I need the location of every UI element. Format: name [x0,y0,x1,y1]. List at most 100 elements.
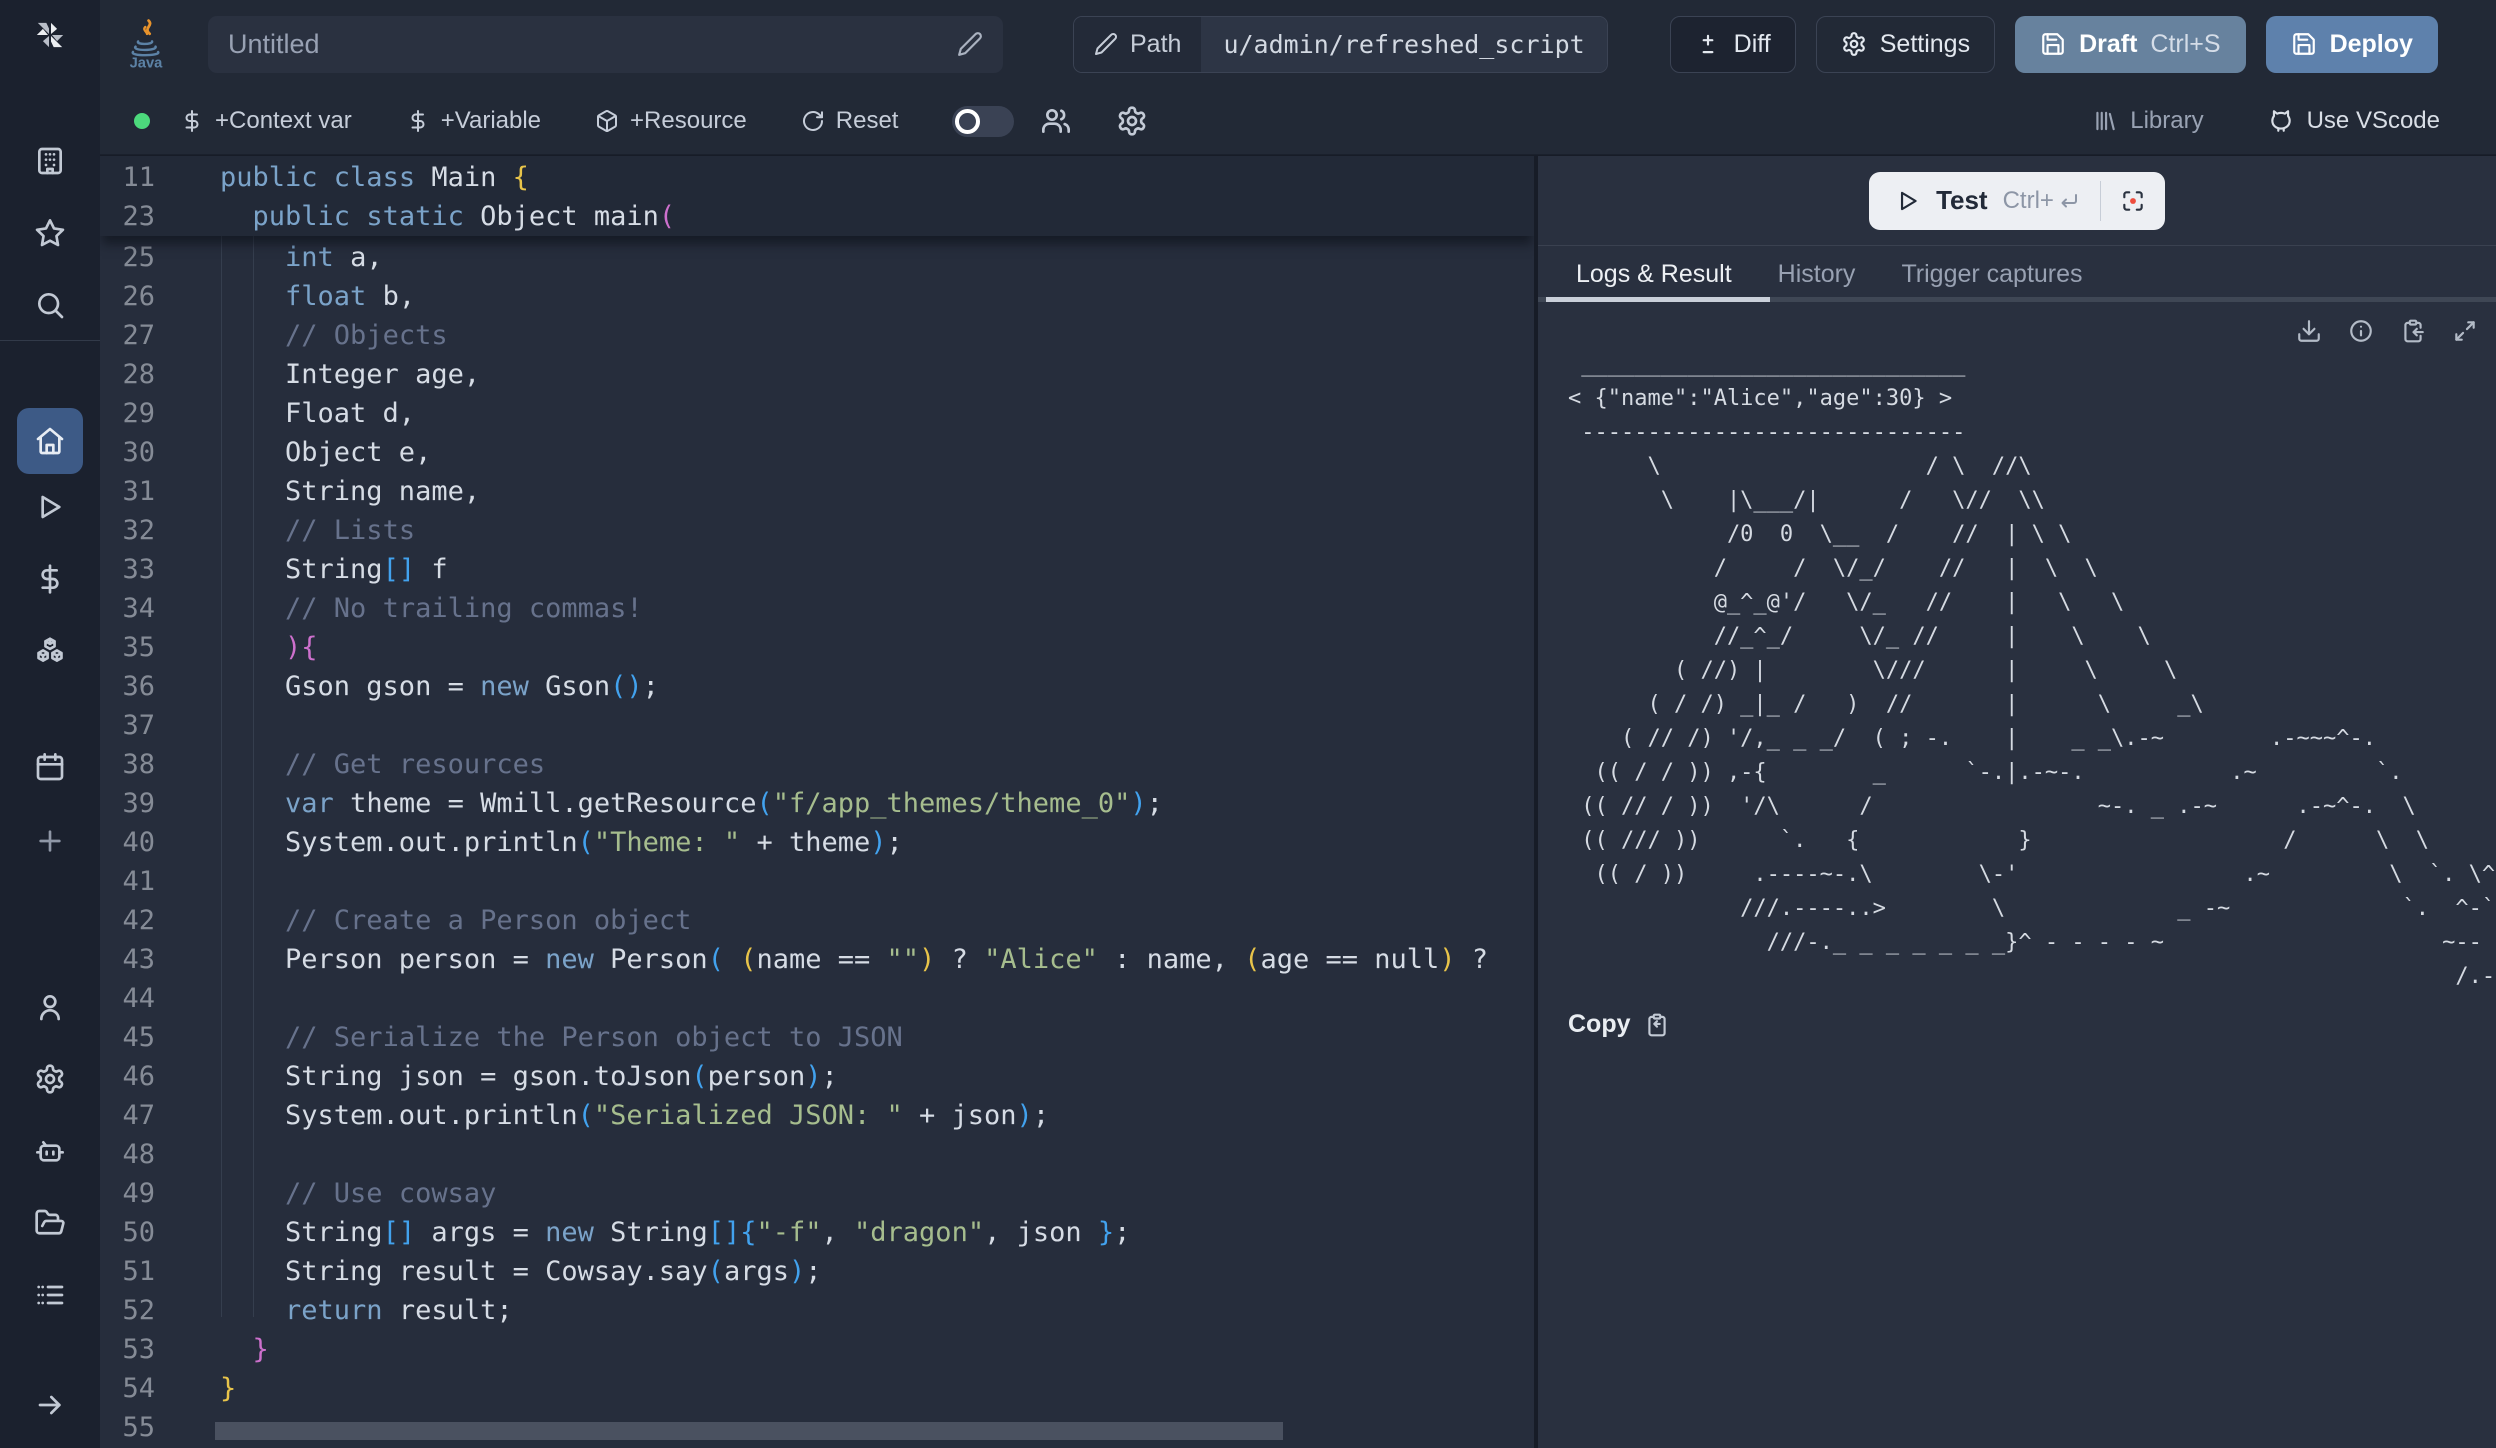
code-line-37[interactable]: 37 [100,706,1534,745]
download-result-icon[interactable] [2296,318,2322,344]
sidebar-expand-icon[interactable] [33,1388,67,1422]
code-line-40[interactable]: 40 System.out.println("Theme: " + theme)… [100,823,1534,862]
sidebar-item-home[interactable] [17,408,83,474]
draft-button[interactable]: Draft Ctrl+S [2015,16,2246,73]
editor-settings-button[interactable] [1116,105,1148,137]
deploy-button[interactable]: Deploy [2266,16,2438,73]
reset-button[interactable]: Reset [801,107,899,135]
sidebar-item-settings[interactable] [33,1062,67,1096]
sidebar-item-workspace[interactable] [33,144,67,178]
add-resource-button[interactable]: +Resource [595,107,747,135]
code-line-43[interactable]: 43 Person person = new Person( (name == … [100,940,1534,979]
script-title-input[interactable]: Untitled [208,16,1003,73]
code-line-44[interactable]: 44 [100,979,1534,1018]
line-number: 46 [100,1057,155,1096]
indent-guide [221,236,222,1317]
play-icon [1895,188,1921,214]
code-line-35[interactable]: 35 ){ [100,628,1534,667]
code-line-26[interactable]: 26 float b, [100,277,1534,316]
add-context-var-button[interactable]: +Context var [180,107,352,135]
cowsay-output: _____________________________ < {"name":… [1568,348,2496,1000]
sidebar-item-resources[interactable] [33,634,67,668]
code-line-48[interactable]: 48 [100,1135,1534,1174]
code-line-54[interactable]: 54} [100,1369,1534,1408]
code-line-38[interactable]: 38 // Get resources [100,745,1534,784]
settings-button[interactable]: Settings [1816,16,1995,73]
code-line-30[interactable]: 30 Object e, [100,433,1534,472]
test-shortcut: Ctrl+ [2003,187,2080,215]
line-number: 51 [100,1252,155,1291]
sidebar-item-schedules[interactable] [33,750,67,784]
code-line-51[interactable]: 51 String result = Cowsay.say(args); [100,1252,1534,1291]
code-line-23[interactable]: 23 public static Object main( [100,197,1534,236]
code-line-27[interactable]: 27 // Objects [100,316,1534,355]
path-edit-button[interactable]: Path [1074,17,1201,72]
expand-result-icon[interactable] [2452,318,2478,344]
sidebar-item-runs[interactable] [33,490,67,524]
save-icon [2040,31,2066,57]
code-line-31[interactable]: 31 String name, [100,472,1534,511]
use-vscode-button[interactable]: Use VScode [2268,107,2440,135]
path-value[interactable]: u/admin/refreshed_script [1201,17,1606,72]
tab-trigger-captures[interactable]: Trigger captures [1901,260,2082,289]
code-line-42[interactable]: 42 // Create a Person object [100,901,1534,940]
sidebar-item-workers[interactable] [33,1134,67,1168]
library-button[interactable]: Library [2092,107,2203,135]
code-line-53[interactable]: 53 } [100,1330,1534,1369]
line-number: 42 [100,901,155,940]
code-line-49[interactable]: 49 // Use cowsay [100,1174,1534,1213]
tab-logs-and-result[interactable]: Logs & Result [1576,260,1732,289]
code-editor[interactable]: 11public class Main {23 public static Ob… [100,156,1534,1448]
line-number: 38 [100,745,155,784]
code-line-45[interactable]: 45 // Serialize the Person object to JSO… [100,1018,1534,1057]
code-lines[interactable]: 25 int a,26 float b,27 // Objects28 Inte… [100,236,1534,1447]
line-number: 23 [100,197,155,236]
path-field[interactable]: Path u/admin/refreshed_script [1073,16,1608,73]
code-line-46[interactable]: 46 String json = gson.toJson(person); [100,1057,1534,1096]
sidebar-item-add[interactable] [33,824,67,858]
code-line-28[interactable]: 28 Integer age, [100,355,1534,394]
save-icon [2291,31,2317,57]
tab-history[interactable]: History [1778,260,1856,289]
info-icon[interactable] [2348,318,2374,344]
horizontal-scrollbar[interactable] [215,1422,1283,1440]
code-line-39[interactable]: 39 var theme = Wmill.getResource("f/app_… [100,784,1534,823]
sticky-scope-header[interactable]: 11public class Main {23 public static Ob… [100,156,1534,236]
sidebar-item-search[interactable] [33,288,67,322]
code-line-33[interactable]: 33 String[] f [100,550,1534,589]
collaborators-button[interactable] [1040,105,1072,137]
add-variable-button[interactable]: +Variable [406,107,541,135]
line-number: 35 [100,628,155,667]
diff-button[interactable]: Diff [1670,16,1796,73]
code-line-34[interactable]: 34 // No trailing commas! [100,589,1534,628]
sidebar-item-favorites[interactable] [33,216,67,250]
code-line-11[interactable]: 11public class Main { [100,158,1534,197]
capture-test-button[interactable] [2101,172,2165,230]
sidebar-item-folders[interactable] [33,1206,67,1240]
code-line-25[interactable]: 25 int a, [100,238,1534,277]
copy-to-clipboard-icon[interactable] [2400,318,2426,344]
edit-title-pencil-icon[interactable] [957,31,983,57]
copy-result-button[interactable]: Copy [1568,1010,2496,1039]
code-line-36[interactable]: 36 Gson gson = new Gson(); [100,667,1534,706]
test-button[interactable]: Test Ctrl+ [1869,172,2100,230]
code-line-41[interactable]: 41 [100,862,1534,901]
line-number: 53 [100,1330,155,1369]
line-number: 45 [100,1018,155,1057]
script-title-value: Untitled [228,29,320,60]
code-line-50[interactable]: 50 String[] args = new String[]{"-f", "d… [100,1213,1534,1252]
code-line-52[interactable]: 52 return result; [100,1291,1534,1330]
sidebar-item-user[interactable] [33,990,67,1024]
sidebar-item-variables[interactable] [33,562,67,596]
sidebar-item-audit-logs[interactable] [33,1278,67,1312]
sidebar-divider [0,340,100,341]
line-number: 55 [100,1408,155,1447]
line-number: 36 [100,667,155,706]
code-line-29[interactable]: 29 Float d, [100,394,1534,433]
mode-toggle[interactable] [952,106,1014,137]
library-icon [2092,108,2118,134]
code-line-32[interactable]: 32 // Lists [100,511,1534,550]
code-line-47[interactable]: 47 System.out.println("Serialized JSON: … [100,1096,1534,1135]
test-button-group: Test Ctrl+ [1869,172,2165,230]
windmill-logo-icon[interactable] [33,18,67,52]
